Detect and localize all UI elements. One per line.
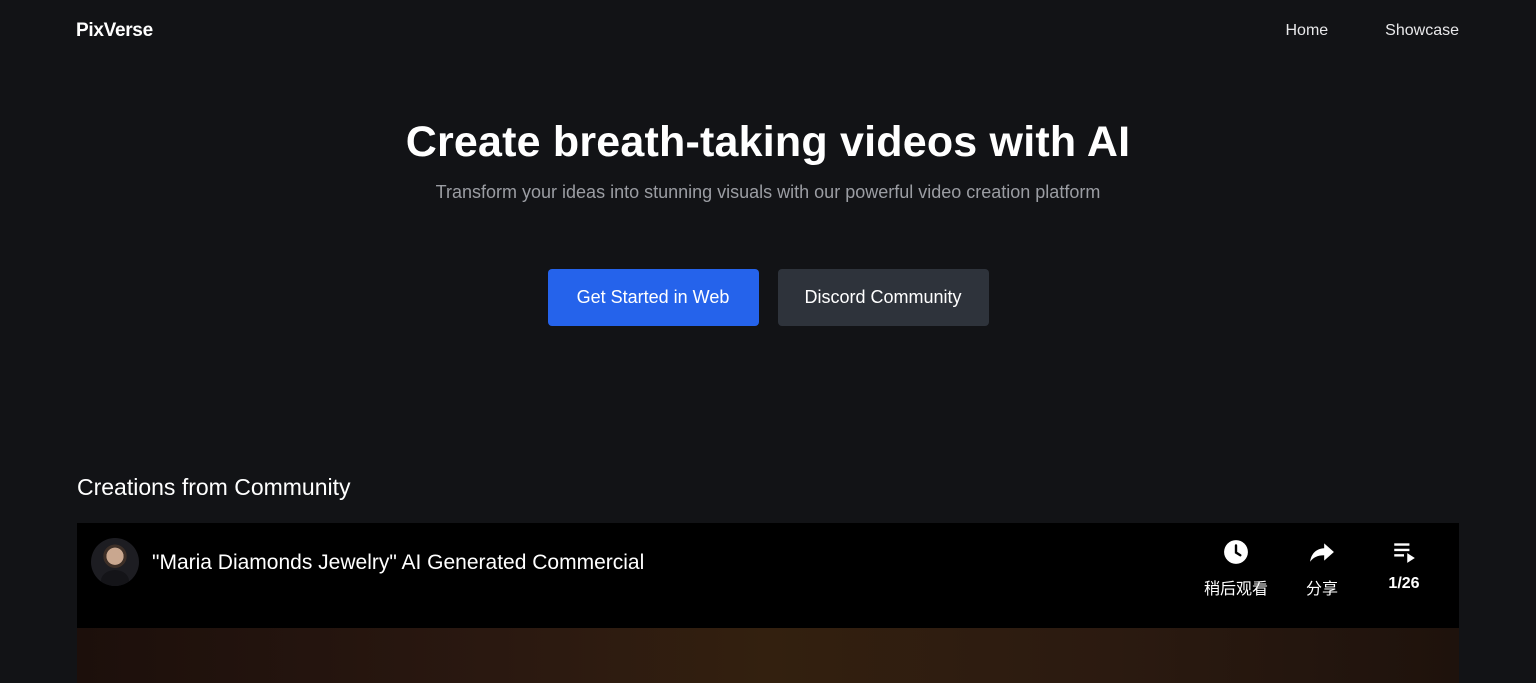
- site-header: PixVerse Home Showcase: [0, 0, 1536, 64]
- watch-later-label: 稍后观看: [1203, 581, 1268, 598]
- discord-community-button[interactable]: Discord Community: [777, 269, 989, 326]
- nav-home-link[interactable]: Home: [1285, 22, 1328, 40]
- share-label: 分享: [1305, 581, 1338, 598]
- playlist-button[interactable]: 1/26: [1364, 539, 1444, 593]
- watch-later-button[interactable]: 稍后观看: [1196, 539, 1276, 599]
- clock-icon: [1196, 539, 1276, 565]
- get-started-button[interactable]: Get Started in Web: [547, 269, 759, 326]
- playlist-position: 1/26: [1388, 575, 1420, 592]
- video-thumbnail[interactable]: [77, 628, 1459, 683]
- share-icon: [1282, 539, 1362, 565]
- video-title[interactable]: "Maria Diamonds Jewelry" AI Generated Co…: [152, 551, 644, 575]
- channel-avatar[interactable]: [91, 538, 139, 586]
- cta-group: Get Started in Web Discord Community: [0, 269, 1536, 326]
- video-embed[interactable]: "Maria Diamonds Jewelry" AI Generated Co…: [77, 523, 1459, 683]
- main-nav: Home Showcase: [1285, 22, 1459, 40]
- logo[interactable]: PixVerse: [76, 20, 153, 42]
- share-button[interactable]: 分享: [1282, 539, 1362, 599]
- community-section-title: Creations from Community: [77, 474, 351, 500]
- nav-showcase-link[interactable]: Showcase: [1385, 22, 1459, 40]
- hero-subtitle: Transform your ideas into stunning visua…: [435, 182, 1101, 202]
- hero-title: Create breath-taking videos with AI: [405, 118, 1131, 166]
- playlist-icon: [1364, 539, 1444, 565]
- page: PixVerse Home Showcase Create breath-tak…: [0, 0, 1536, 683]
